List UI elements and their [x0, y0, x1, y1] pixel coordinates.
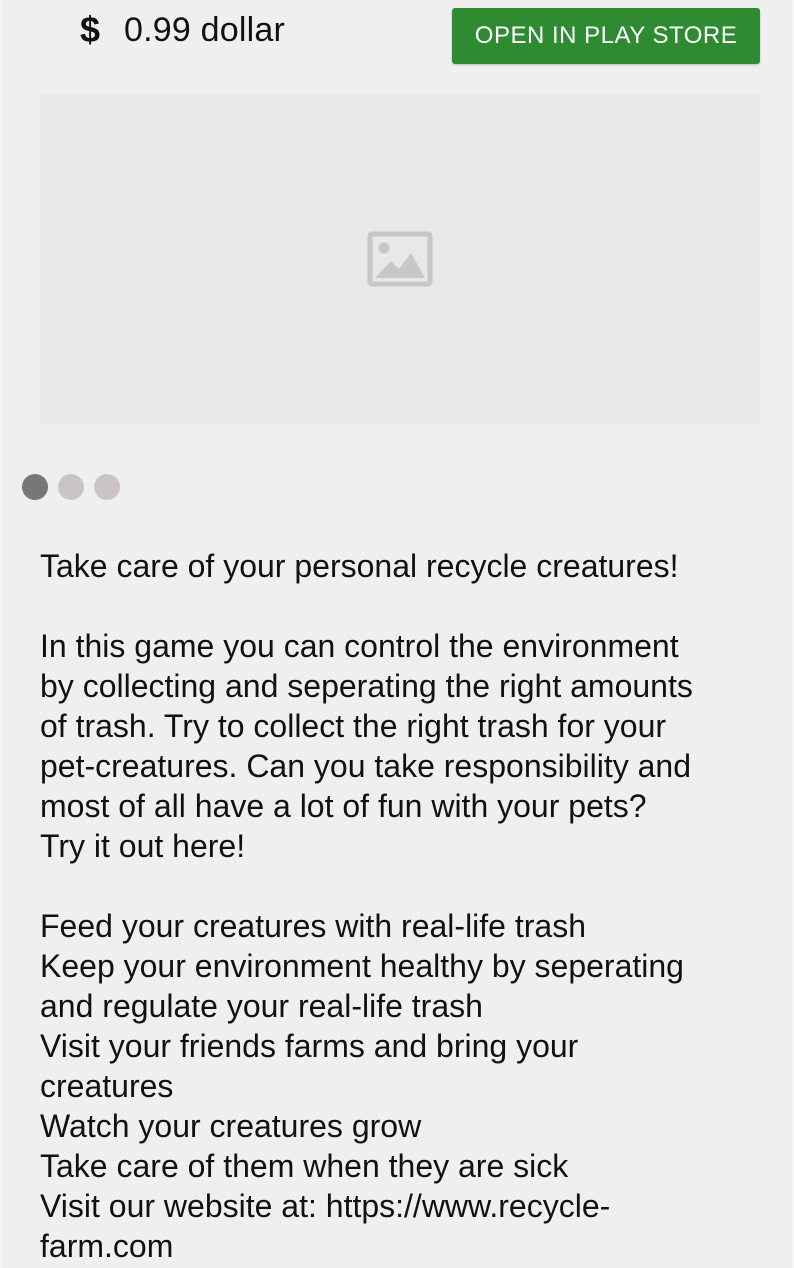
- description-line: Try it out here!: [40, 828, 246, 864]
- dollar-icon: $: [79, 9, 101, 50]
- carousel-dots: [22, 474, 120, 500]
- feature-line: Feed your creatures with real-life trash: [40, 908, 586, 944]
- carousel-dot-2[interactable]: [58, 474, 84, 500]
- carousel-dot-1[interactable]: [22, 474, 48, 500]
- app-description: Take care of your personal recycle creat…: [40, 546, 770, 1266]
- feature-line: Watch your creatures grow: [40, 1108, 422, 1144]
- description-spacer: [40, 586, 770, 626]
- description-line: In this game you can control the environ…: [40, 628, 679, 664]
- price-row: $ 0.99 dollar: [70, 6, 285, 54]
- website-line: Visit our website at: https://www.recycl…: [40, 1188, 611, 1224]
- screenshot-placeholder: [40, 94, 760, 424]
- feature-line: Take care of them when they are sick: [40, 1148, 569, 1184]
- feature-line: creatures: [40, 1068, 174, 1104]
- feature-line: and regulate your real-life trash: [40, 988, 483, 1024]
- app-detail-page: $ 0.99 dollar OPEN IN PLAY STORE Take ca…: [0, 0, 794, 1268]
- website-line: farm.com: [40, 1228, 174, 1264]
- description-line: most of all have a lot of fun with your …: [40, 788, 647, 824]
- description-line: of trash. Try to collect the right trash…: [40, 708, 667, 744]
- image-placeholder-icon: [367, 231, 433, 287]
- description-line: Take care of your personal recycle creat…: [40, 548, 679, 584]
- carousel-dot-3[interactable]: [94, 474, 120, 500]
- description-spacer: [40, 866, 770, 906]
- description-line: by collecting and seperating the right a…: [40, 668, 693, 704]
- open-in-play-store-button[interactable]: OPEN IN PLAY STORE: [452, 8, 760, 64]
- price-label: 0.99 dollar: [124, 10, 285, 49]
- feature-line: Visit your friends farms and bring your: [40, 1028, 579, 1064]
- description-line: pet-creatures. Can you take responsibili…: [40, 748, 692, 784]
- feature-line: Keep your environment healthy by seperat…: [40, 948, 684, 984]
